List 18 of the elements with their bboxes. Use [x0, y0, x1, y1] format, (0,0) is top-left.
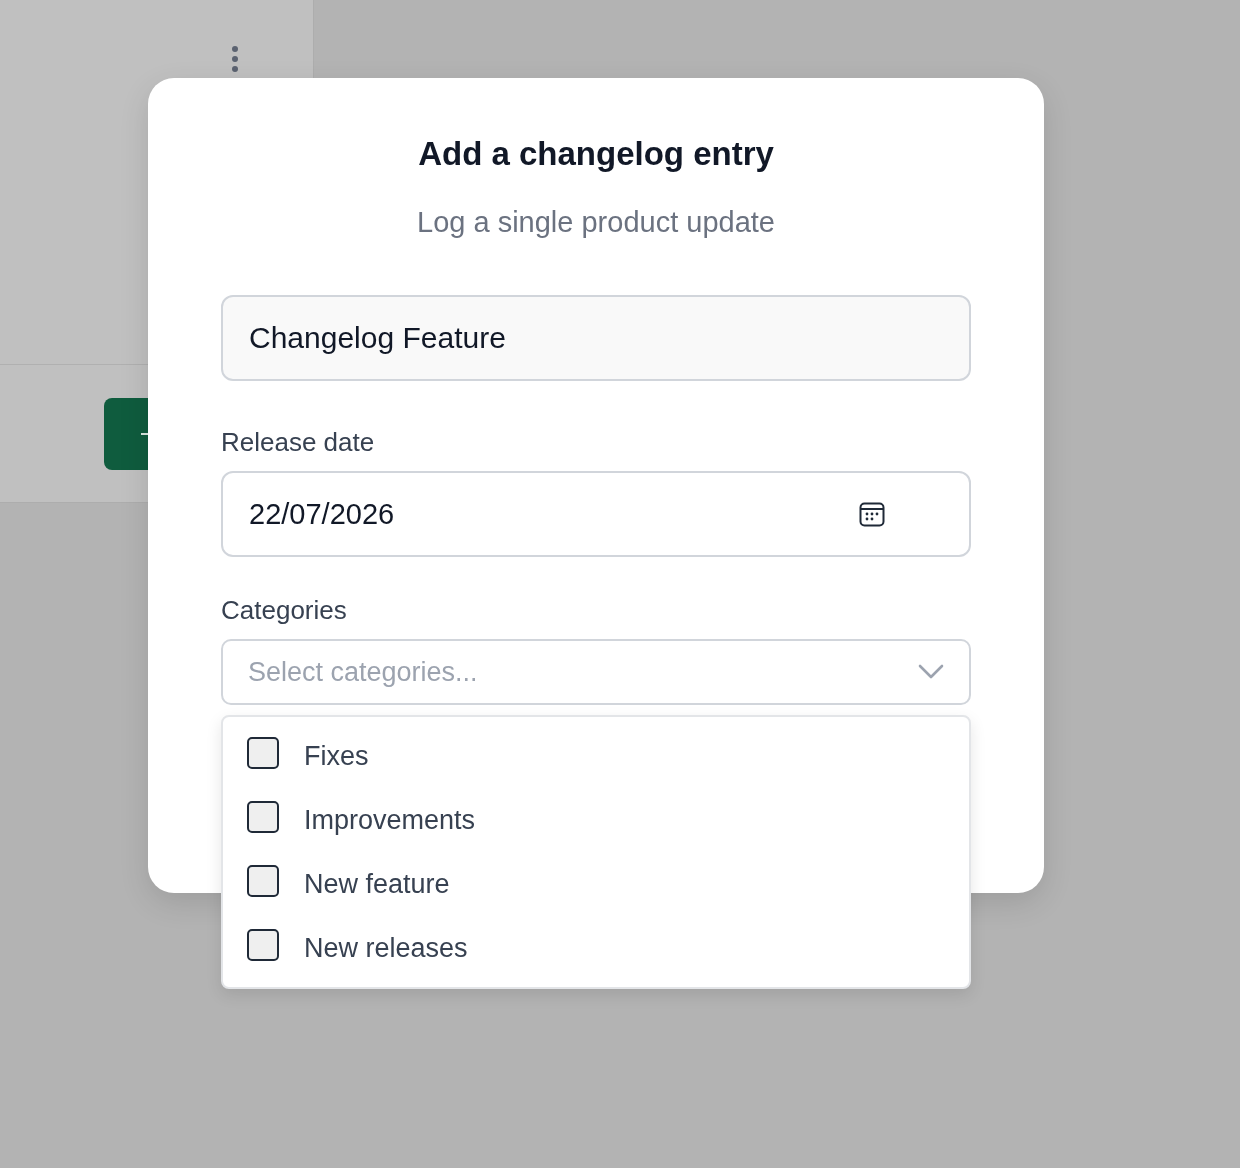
category-option[interactable]: Improvements — [223, 788, 496, 852]
category-option[interactable]: New feature — [223, 852, 470, 916]
more-icon[interactable] — [231, 45, 239, 73]
field-label: Categories — [221, 594, 347, 626]
checkbox[interactable] — [247, 801, 279, 833]
dash-icon — [141, 433, 148, 435]
dialog-title: Add a changelog entry — [418, 134, 774, 174]
calendar-icon[interactable] — [859, 501, 885, 527]
chevron-down-icon — [918, 664, 944, 680]
title-input[interactable]: Changelog Feature — [221, 295, 971, 381]
field-label: Release date — [221, 426, 375, 458]
category-option[interactable]: Fixes — [223, 724, 389, 788]
checkbox[interactable] — [247, 865, 279, 897]
category-option[interactable]: New releases — [223, 916, 488, 980]
checkbox[interactable] — [247, 929, 279, 961]
dialog-subtitle: Log a single product update — [417, 205, 775, 240]
checkbox[interactable] — [247, 737, 279, 769]
date-input[interactable]: 22/07/2026 — [221, 471, 971, 557]
